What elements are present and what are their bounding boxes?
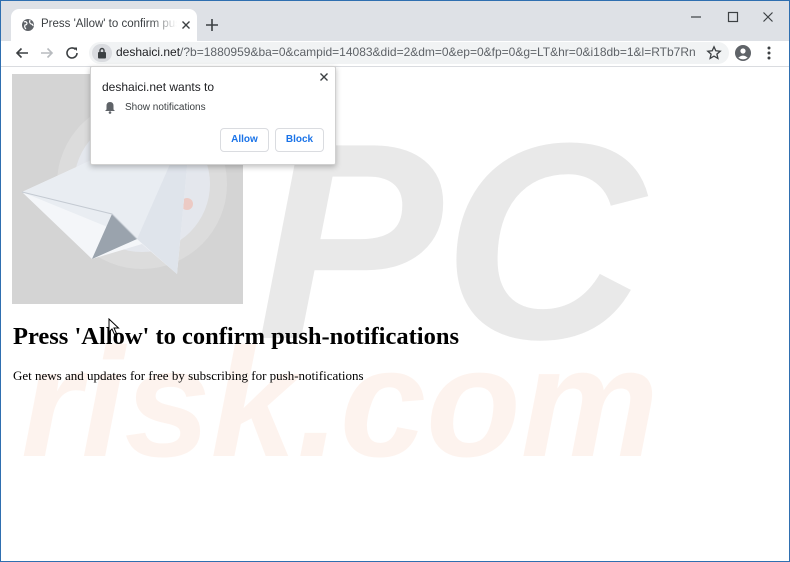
browser-tab[interactable]: Press 'Allow' to confirm push-notificati…	[11, 9, 197, 41]
allow-button[interactable]: Allow	[220, 128, 269, 152]
permission-label: Show notifications	[125, 102, 206, 113]
browser-window: Press 'Allow' to confirm push-notificati…	[0, 0, 790, 562]
account-icon[interactable]	[735, 45, 751, 61]
lock-icon	[98, 47, 106, 59]
arrow-right-icon[interactable]	[39, 45, 55, 61]
bell-icon	[105, 102, 115, 114]
window-close-icon[interactable]	[761, 10, 775, 24]
more-vert-icon[interactable]	[761, 45, 777, 61]
url-path: /?b=1880959&ba=0&campid=14083&did=2&dm=0…	[180, 45, 696, 59]
plus-icon[interactable]	[205, 18, 219, 32]
minimize-icon[interactable]	[689, 10, 703, 24]
globe-icon	[22, 19, 34, 31]
url-host: deshaici.net	[116, 45, 181, 59]
tab-strip: Press 'Allow' to confirm push-notificati…	[1, 1, 789, 41]
tab-title: Press 'Allow' to confirm push-notificati…	[41, 18, 177, 30]
block-button[interactable]: Block	[275, 128, 324, 152]
page-headline: Press 'Allow' to confirm push-notificati…	[13, 323, 459, 350]
star-icon[interactable]	[706, 45, 722, 61]
url-text: deshaici.net/?b=1880959&ba=0&campid=1408…	[116, 45, 696, 61]
close-icon[interactable]	[319, 72, 329, 82]
reload-icon[interactable]	[64, 45, 80, 61]
mouse-cursor-icon	[108, 318, 120, 336]
close-icon[interactable]	[179, 18, 193, 32]
address-bar[interactable]: deshaici.net/?b=1880959&ba=0&campid=1408…	[89, 42, 729, 64]
popup-title: deshaici.net wants to	[102, 80, 215, 94]
notification-permission-popup: deshaici.net wants to Show notifications…	[90, 66, 336, 165]
site-info-button[interactable]	[92, 44, 112, 62]
maximize-icon[interactable]	[726, 10, 740, 24]
page-subtext: Get news and updates for free by subscri…	[13, 368, 364, 383]
arrow-left-icon[interactable]	[14, 45, 30, 61]
browser-toolbar: deshaici.net/?b=1880959&ba=0&campid=1408…	[1, 41, 789, 67]
